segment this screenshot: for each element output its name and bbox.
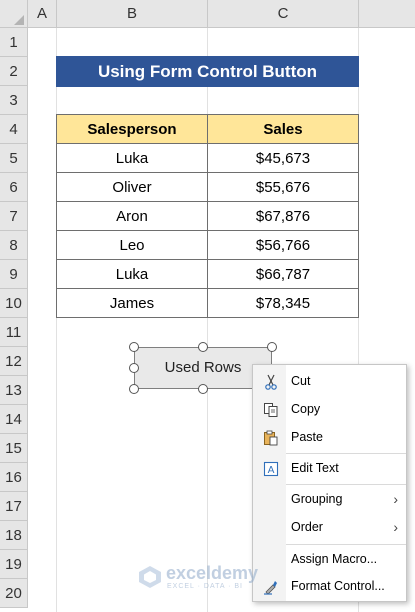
menu-separator (286, 544, 406, 545)
menu-separator (286, 453, 406, 454)
copy-icon (263, 401, 279, 417)
row-header[interactable]: 2 (0, 57, 28, 86)
menu-label: Paste (291, 430, 323, 444)
row-header[interactable]: 15 (0, 434, 28, 463)
table-row: Luka $45,673 (56, 143, 359, 173)
table-row: Luka $66,787 (56, 259, 359, 289)
cell-salesperson[interactable]: Luka (56, 259, 208, 289)
cell-salesperson[interactable]: Leo (56, 230, 208, 260)
sheet-title[interactable]: Using Form Control Button (56, 56, 359, 87)
menu-item-edit-text[interactable]: A Edit Text (253, 455, 408, 481)
cell-sales[interactable]: $55,676 (207, 172, 359, 202)
cell-salesperson[interactable]: Aron (56, 201, 208, 231)
menu-item-cut[interactable]: Cut (253, 368, 408, 394)
row-header[interactable]: 5 (0, 144, 28, 173)
table-header-row: Salesperson Sales (56, 114, 359, 144)
table-row: James $78,345 (56, 288, 359, 318)
row-header[interactable]: 3 (0, 86, 28, 115)
row-header[interactable]: 9 (0, 260, 28, 289)
column-header-b[interactable]: B (57, 0, 208, 28)
column-header-bar: A B C (0, 0, 415, 28)
cell-sales[interactable]: $66,787 (207, 259, 359, 289)
row-header[interactable]: 18 (0, 521, 28, 550)
row-header[interactable]: 11 (0, 318, 28, 347)
svg-text:A: A (268, 465, 275, 476)
row-header[interactable]: 20 (0, 579, 28, 608)
cell-sales[interactable]: $67,876 (207, 201, 359, 231)
cell-sales[interactable]: $56,766 (207, 230, 359, 260)
cell-salesperson[interactable]: Luka (56, 143, 208, 173)
table-row: Leo $56,766 (56, 230, 359, 260)
scissors-icon (263, 373, 279, 390)
cell-salesperson[interactable]: James (56, 288, 208, 318)
edit-text-icon: A (263, 460, 279, 477)
header-sales[interactable]: Sales (207, 114, 359, 144)
row-header[interactable]: 4 (0, 115, 28, 144)
menu-separator (286, 484, 406, 485)
column-header-c[interactable]: C (208, 0, 359, 28)
header-salesperson[interactable]: Salesperson (56, 114, 208, 144)
chevron-right-icon: › (393, 491, 398, 507)
exceldemy-logo-icon (138, 565, 162, 594)
row-header[interactable]: 17 (0, 492, 28, 521)
menu-item-order[interactable]: Order › (253, 514, 408, 540)
menu-item-grouping[interactable]: Grouping › (253, 486, 408, 512)
chevron-right-icon: › (393, 519, 398, 535)
watermark-name: exceldemy (166, 563, 259, 583)
cell-salesperson[interactable]: Oliver (56, 172, 208, 202)
menu-label: Grouping (291, 492, 343, 506)
resize-handle-top-right[interactable] (267, 342, 277, 352)
row-header[interactable]: 19 (0, 550, 28, 579)
row-header[interactable]: 14 (0, 405, 28, 434)
resize-handle-bottom[interactable] (198, 384, 208, 394)
row-header[interactable]: 8 (0, 231, 28, 260)
sales-table: Salesperson Sales Luka $45,673 Oliver $5… (56, 114, 359, 318)
watermark-tagline: EXCEL · DATA · BI (167, 583, 243, 590)
resize-handle-left[interactable] (129, 363, 139, 373)
row-header[interactable]: 13 (0, 376, 28, 405)
table-row: Aron $67,876 (56, 201, 359, 231)
menu-label: Copy (291, 402, 321, 416)
row-header[interactable]: 12 (0, 347, 28, 376)
table-row: Oliver $55,676 (56, 172, 359, 202)
menu-label: Edit Text (291, 461, 339, 475)
row-header[interactable]: 7 (0, 202, 28, 231)
menu-label: Cut (291, 374, 311, 388)
row-header[interactable]: 10 (0, 289, 28, 318)
menu-item-copy[interactable]: Copy (253, 396, 408, 422)
menu-label: Assign Macro... (291, 552, 378, 566)
cell-sales[interactable]: $45,673 (207, 143, 359, 173)
row-header[interactable]: 6 (0, 173, 28, 202)
watermark: exceldemy EXCEL · DATA · BI (136, 563, 296, 597)
row-header[interactable]: 1 (0, 28, 28, 57)
menu-label: Order (291, 520, 323, 534)
cell-sales[interactable]: $78,345 (207, 288, 359, 318)
menu-item-paste[interactable]: Paste (253, 424, 408, 450)
select-all-corner[interactable] (0, 0, 28, 28)
resize-handle-top[interactable] (198, 342, 208, 352)
resize-handle-top-left[interactable] (129, 342, 139, 352)
row-header[interactable]: 16 (0, 463, 28, 492)
paste-icon (263, 429, 279, 446)
column-header-a[interactable]: A (28, 0, 57, 28)
menu-label: Format Control... (291, 579, 385, 593)
resize-handle-bottom-left[interactable] (129, 384, 139, 394)
